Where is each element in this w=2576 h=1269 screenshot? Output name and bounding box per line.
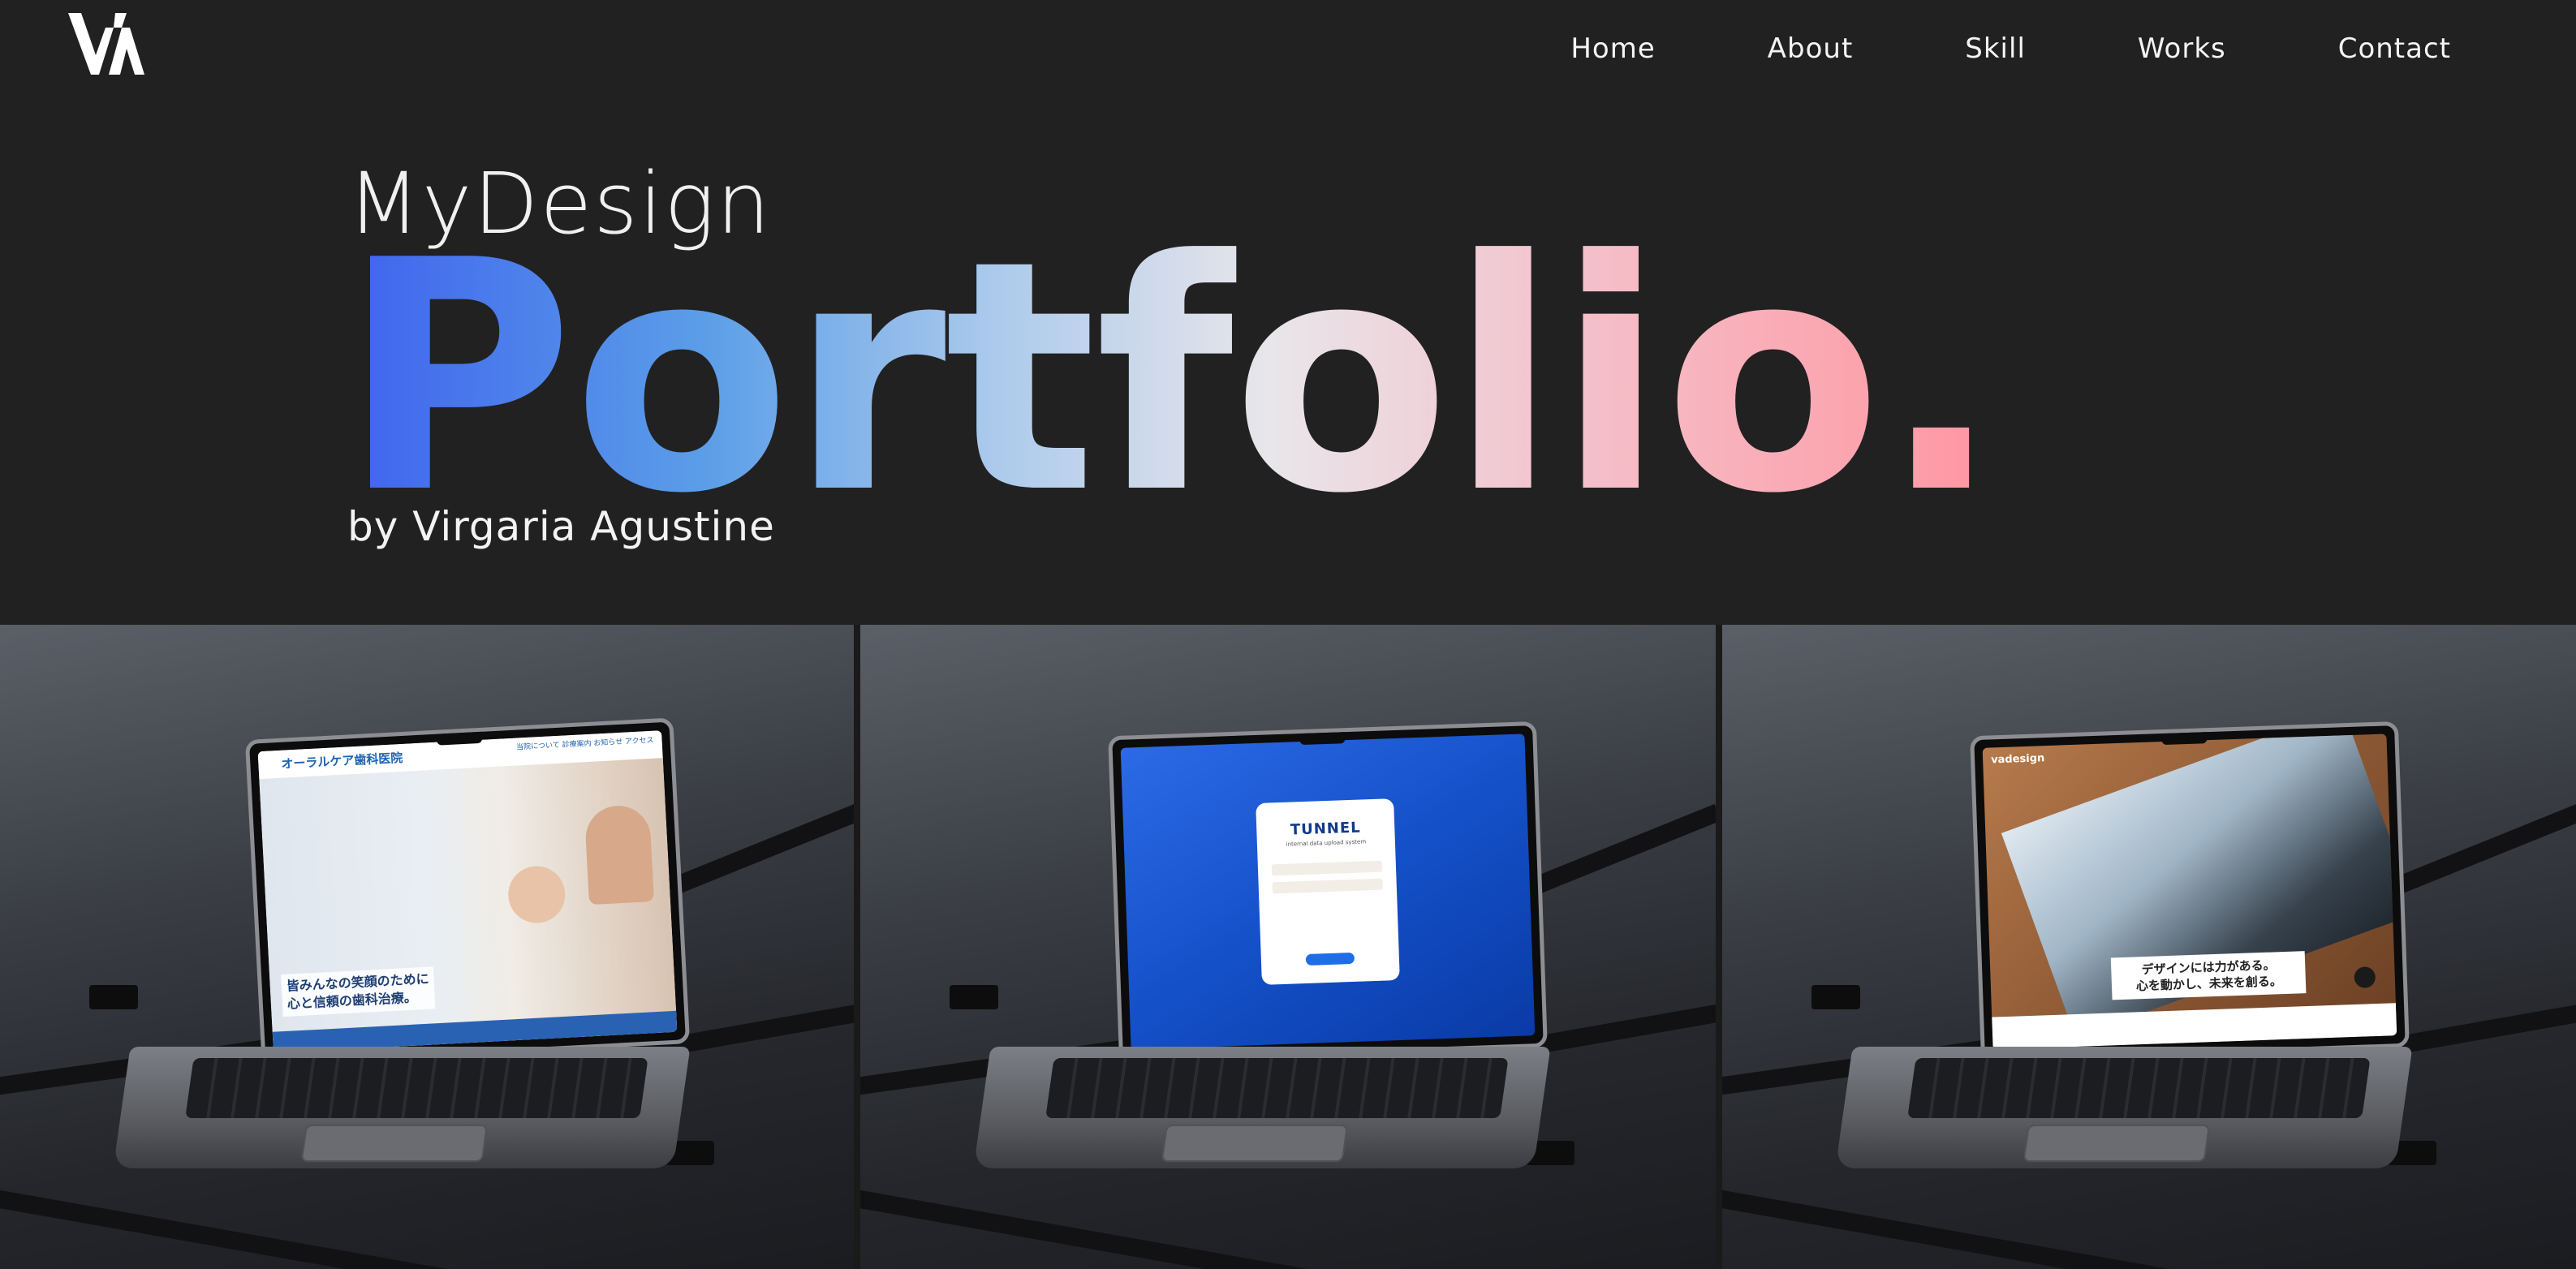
camera-notch: [436, 731, 483, 746]
work-card-dental[interactable]: オーラルケア歯科医院 当院について 診療案内 お知らせ アクセス 皆みんなの笑顔…: [0, 625, 854, 1269]
keyboard: [1907, 1058, 2371, 1118]
nav-about[interactable]: About: [1768, 29, 1854, 68]
trackpad: [1161, 1125, 1349, 1162]
site-header: Home About Skill Works Contact: [0, 0, 2576, 97]
nav-skill[interactable]: Skill: [1965, 29, 2026, 68]
site-footer-strip: [1992, 1003, 2397, 1050]
login-password-field[interactable]: [1272, 879, 1383, 894]
hero-title: Portfolio.: [341, 193, 2001, 563]
work-card-tunnel[interactable]: TUNNEL internal data upload system: [854, 625, 1716, 1269]
keyboard: [185, 1058, 648, 1118]
laptop-mockup: TUNNEL internal data upload system: [860, 625, 1716, 1269]
laptop-mockup: vadesign デザインには力がある。 心を動かし、未来を創る。: [1722, 625, 2576, 1269]
login-button[interactable]: [1305, 952, 1355, 966]
work-card-vadesign[interactable]: vadesign デザインには力がある。 心を動かし、未来を創る。: [1716, 625, 2576, 1269]
logo[interactable]: [68, 13, 144, 75]
site-menu: 当院について 診療案内 お知らせ アクセス: [515, 736, 654, 752]
login-id-field[interactable]: [1272, 861, 1382, 876]
works-gallery: オーラルケア歯科医院 当院について 診療案内 お知らせ アクセス 皆みんなの笑顔…: [0, 625, 2576, 1269]
camera-notch: [1299, 732, 1346, 746]
site-tagline: デザインには力がある。 心を動かし、未来を創る。: [2111, 951, 2307, 1000]
keyboard: [1045, 1058, 1509, 1118]
site-tagline: 皆みんなの笑顔のために 心と信頼の歯科治療。: [281, 966, 436, 1017]
login-card: TUNNEL internal data upload system: [1256, 798, 1400, 985]
laptop-screen: オーラルケア歯科医院 当院について 診療案内 お知らせ アクセス 皆みんなの笑顔…: [244, 717, 691, 1066]
tunnel-logo: TUNNEL: [1290, 819, 1362, 839]
next-arrow-icon[interactable]: [2354, 966, 2376, 988]
nav-home[interactable]: Home: [1570, 29, 1655, 68]
main-nav: Home About Skill Works Contact: [1458, 29, 2451, 68]
laptop-mockup: オーラルケア歯科医院 当院について 診療案内 お知らせ アクセス 皆みんなの笑顔…: [0, 625, 854, 1269]
tunnel-subtitle: internal data upload system: [1286, 838, 1367, 849]
screen-vadesign-site: vadesign デザインには力がある。 心を動かし、未来を創る。: [1982, 733, 2397, 1050]
person-adult: [584, 804, 655, 906]
laptop-screen: TUNNEL internal data upload system: [1108, 721, 1548, 1063]
hero-byline: by Virgaria Agustine: [347, 503, 775, 550]
site-brand: vadesign: [1990, 752, 2045, 767]
laptop-base: [1835, 1047, 2413, 1168]
screen-tunnel-login: TUNNEL internal data upload system: [1120, 733, 1536, 1050]
screen-dental-site: オーラルケア歯科医院 当院について 診療案内 お知らせ アクセス 皆みんなの笑顔…: [257, 730, 678, 1053]
nav-works[interactable]: Works: [2138, 29, 2226, 68]
person-child: [506, 864, 566, 925]
camera-notch: [2161, 732, 2208, 746]
trackpad: [300, 1125, 489, 1162]
laptop-base: [113, 1047, 691, 1168]
site-brand: オーラルケア歯科医院: [280, 750, 403, 772]
laptop-base: [973, 1047, 1551, 1168]
va-logo-icon: [68, 13, 144, 75]
laptop-screen: vadesign デザインには力がある。 心を動かし、未来を創る。: [1970, 721, 2410, 1063]
trackpad: [2022, 1125, 2211, 1162]
nav-contact[interactable]: Contact: [2338, 29, 2451, 68]
